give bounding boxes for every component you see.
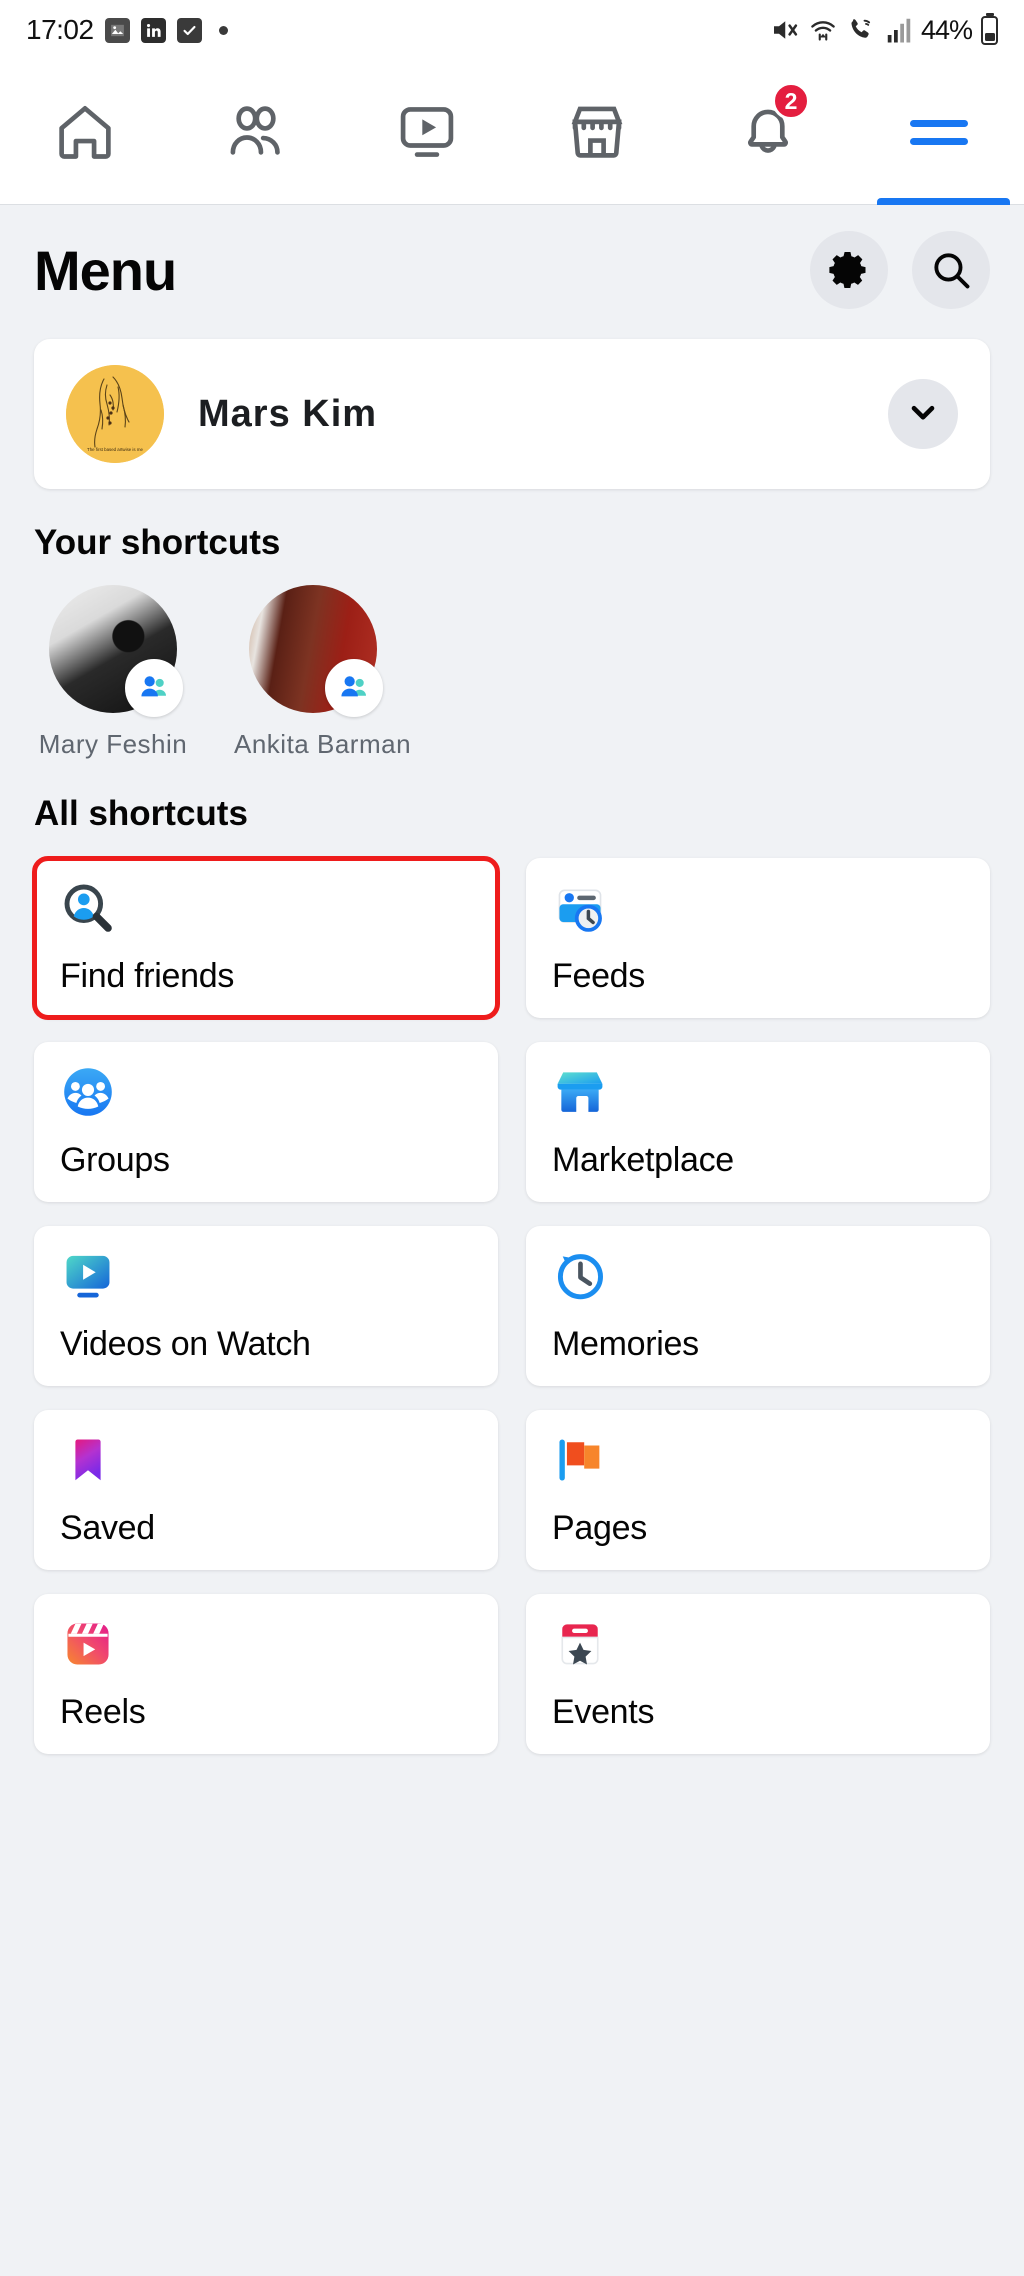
nav-tab-notifications[interactable]: 2 — [683, 60, 854, 204]
battery-percent: 44% — [920, 14, 973, 45]
video-icon — [394, 99, 460, 165]
shortcut-name: Mary Feshin — [38, 729, 188, 759]
tile-find-friends[interactable]: Find friends — [32, 856, 500, 1020]
phone-screen: 17:02 44% 2 Menu The first based artwise… — [0, 0, 1024, 2276]
calendar-star-icon — [552, 1616, 608, 1672]
dot-indicator — [218, 25, 228, 35]
shortcut-name: Ankita Barman — [234, 729, 412, 759]
memories-icon — [552, 1248, 608, 1304]
nav-tab-menu[interactable] — [853, 60, 1024, 205]
signal-bars-icon — [886, 15, 912, 45]
group-badge-icon — [125, 659, 183, 717]
status-bar: 17:02 44% — [0, 0, 1024, 60]
marketplace-icon — [552, 1064, 608, 1120]
tile-label: Groups — [60, 1141, 170, 1179]
group-badge-icon — [325, 659, 383, 717]
find-friends-icon — [60, 880, 116, 936]
tile-saved[interactable]: Saved — [34, 1410, 498, 1570]
gear-icon — [827, 248, 871, 292]
reels-icon — [60, 1616, 116, 1672]
search-icon — [929, 248, 973, 292]
bookmark-icon — [60, 1432, 116, 1488]
profile-name: Mars Kim — [198, 392, 378, 435]
your-shortcuts-row: Mary Feshin Ankita Barman — [0, 563, 1024, 760]
nav-tab-marketplace[interactable] — [512, 60, 683, 204]
profile-expand-button[interactable] — [888, 379, 958, 449]
tile-reels[interactable]: Reels — [34, 1594, 498, 1754]
nav-tab-video[interactable] — [341, 60, 512, 204]
tile-events[interactable]: Events — [526, 1594, 990, 1754]
tile-marketplace[interactable]: Marketplace — [526, 1042, 990, 1202]
header-actions — [810, 231, 990, 309]
tile-memories[interactable]: Memories — [526, 1226, 990, 1386]
feeds-icon — [552, 880, 608, 936]
tile-label: Memories — [552, 1325, 699, 1363]
tile-label: Feeds — [552, 957, 645, 995]
search-button[interactable] — [912, 231, 990, 309]
linkedin-icon — [140, 17, 166, 43]
home-icon — [52, 99, 118, 165]
all-shortcuts-grid: Find friends Feeds Groups Marketplace Vi… — [0, 834, 1024, 1754]
battery-icon — [981, 15, 998, 45]
hamburger-icon — [909, 119, 968, 145]
nav-tab-friends[interactable] — [171, 60, 342, 204]
avatar: The first based artwise is me — [66, 365, 164, 463]
flag-icon — [552, 1432, 608, 1488]
call-wifi-icon — [847, 15, 877, 45]
photos-icon — [104, 17, 130, 43]
tile-label: Videos on Watch — [60, 1325, 311, 1363]
tile-feeds[interactable]: Feeds — [526, 858, 990, 1018]
groups-icon — [60, 1064, 116, 1120]
tile-label: Events — [552, 1693, 655, 1731]
menu-header: Menu — [0, 205, 1024, 319]
shortcut-item[interactable]: Mary Feshin — [34, 585, 192, 760]
tasks-icon — [176, 17, 202, 43]
shortcut-item[interactable]: Ankita Barman — [234, 585, 412, 760]
tile-label: Reels — [60, 1693, 146, 1731]
status-time: 17:02 — [26, 14, 94, 45]
page-title: Menu — [34, 238, 177, 302]
your-shortcuts-label: Your shortcuts — [34, 523, 281, 562]
wifi-icon — [808, 15, 838, 45]
all-shortcuts-label: All shortcuts — [34, 794, 248, 833]
shortcut-avatar — [249, 585, 383, 717]
status-bar-left: 17:02 — [26, 14, 228, 46]
shortcut-avatar — [49, 585, 183, 717]
tile-label: Saved — [60, 1509, 155, 1547]
settings-button[interactable] — [810, 231, 888, 309]
tile-label: Marketplace — [552, 1141, 734, 1179]
nav-tab-home[interactable] — [0, 60, 171, 204]
friends-icon — [223, 99, 289, 165]
notifications-badge: 2 — [772, 82, 811, 120]
chevron-down-icon — [905, 394, 941, 435]
svg-text:The first based artwise is me: The first based artwise is me — [87, 447, 143, 452]
tile-pages[interactable]: Pages — [526, 1410, 990, 1570]
top-navigation-bar: 2 — [0, 60, 1024, 205]
tile-groups[interactable]: Groups — [34, 1042, 498, 1202]
status-bar-right: 44% — [769, 15, 998, 46]
marketplace-icon — [564, 99, 630, 165]
mute-icon — [769, 15, 799, 45]
tile-label: Find friends — [60, 957, 235, 995]
profile-card[interactable]: The first based artwise is me Mars Kim — [34, 339, 990, 489]
tile-label: Pages — [552, 1509, 647, 1547]
tile-videos-on-watch[interactable]: Videos on Watch — [34, 1226, 498, 1386]
video-watch-icon — [60, 1248, 116, 1304]
